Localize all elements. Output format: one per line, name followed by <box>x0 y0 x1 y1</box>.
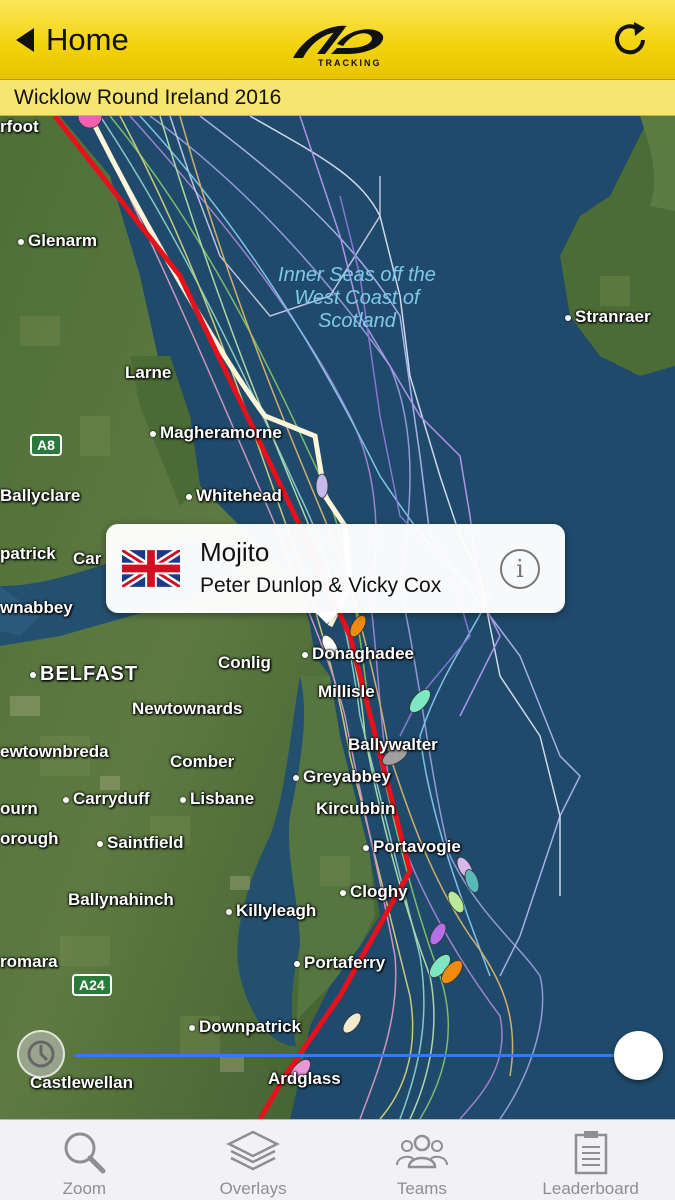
place-label: Donaghadee <box>302 644 414 664</box>
place-label: patrick <box>0 544 56 563</box>
refresh-icon[interactable] <box>608 18 652 62</box>
tab-label: Overlays <box>219 1179 287 1198</box>
magnifier-icon <box>64 1132 106 1174</box>
place-label: Lisbane <box>180 789 254 809</box>
logo-text: TRACKING <box>318 58 382 68</box>
place-label: Ballynahinch <box>68 890 174 909</box>
callout-pointer <box>315 612 339 624</box>
place-label: Portaferry <box>294 953 385 973</box>
place-label: rfoot <box>0 117 39 136</box>
place-label: Ardglass <box>268 1069 341 1088</box>
back-arrow-icon <box>16 28 34 52</box>
tab-label: Leaderboard <box>542 1179 639 1198</box>
tab-overlays[interactable]: Overlays <box>169 1120 338 1200</box>
people-icon <box>395 1134 448 1169</box>
place-label: Whitehead <box>186 486 282 506</box>
place-label: Killyleagh <box>226 901 316 921</box>
place-label: Greyabbey <box>293 767 391 787</box>
clipboard-icon <box>574 1131 607 1175</box>
playback-clock-button[interactable] <box>17 1030 65 1078</box>
place-label: Portavogie <box>363 837 461 857</box>
clock-icon <box>27 1040 55 1068</box>
place-label: Conlig <box>218 653 271 672</box>
info-icon[interactable]: i <box>500 549 540 589</box>
place-label: Stranraer <box>565 307 651 327</box>
place-label: romara <box>0 952 58 971</box>
union-jack-flag-icon <box>122 550 180 587</box>
place-label: Ballywalter <box>348 735 438 754</box>
place-label: Magheramorne <box>150 423 282 443</box>
place-label: Cloghy <box>340 882 408 902</box>
place-label: wnabbey <box>0 598 73 617</box>
tab-bar: Zoom Overlays Teams Leaderboard <box>0 1119 675 1200</box>
layers-icon <box>226 1130 280 1171</box>
place-label: orough <box>0 829 59 848</box>
place-label: Comber <box>170 752 235 771</box>
place-label: Saintfield <box>97 833 184 853</box>
home-back-button[interactable]: Home <box>14 18 129 62</box>
time-slider-thumb[interactable] <box>614 1031 663 1080</box>
top-bar: Home TRACKING <box>0 0 675 80</box>
place-label: Newtownards <box>132 699 243 718</box>
place-label: Ballyclare <box>0 486 81 505</box>
event-title: Wicklow Round Ireland 2016 <box>14 86 282 109</box>
place-label: Carryduff <box>63 789 150 809</box>
tab-label: Zoom <box>62 1179 107 1198</box>
time-slider-track[interactable] <box>75 1054 630 1057</box>
place-label: Kircubbin <box>316 799 396 818</box>
event-title-bar: Wicklow Round Ireland 2016 <box>0 80 675 116</box>
place-label: ewtownbreda <box>0 742 109 761</box>
tab-teams[interactable]: Teams <box>338 1120 507 1200</box>
boat-name: Mojito <box>200 537 270 567</box>
place-label: Millisle <box>318 682 375 701</box>
place-label-city: BELFAST <box>30 663 138 686</box>
boat-crew: Peter Dunlop & Vicky Cox <box>200 574 442 597</box>
road-sign-a8: A8 <box>30 434 62 456</box>
boat-callout[interactable]: Mojito Peter Dunlop & Vicky Cox i <box>106 524 565 613</box>
back-label: Home <box>46 22 129 57</box>
place-label: Glenarm <box>18 231 97 251</box>
place-label: Car <box>73 549 102 568</box>
road-sign-a24: A24 <box>72 974 112 996</box>
tab-zoom[interactable]: Zoom <box>0 1120 169 1200</box>
place-label: Downpatrick <box>189 1017 301 1037</box>
tab-leaderboard[interactable]: Leaderboard <box>506 1120 675 1200</box>
place-label: ourn <box>0 799 38 818</box>
sea-label: Inner Seas off the West Coast of Scotlan… <box>278 264 436 332</box>
place-label: Larne <box>125 363 172 382</box>
tab-label: Teams <box>396 1179 447 1198</box>
